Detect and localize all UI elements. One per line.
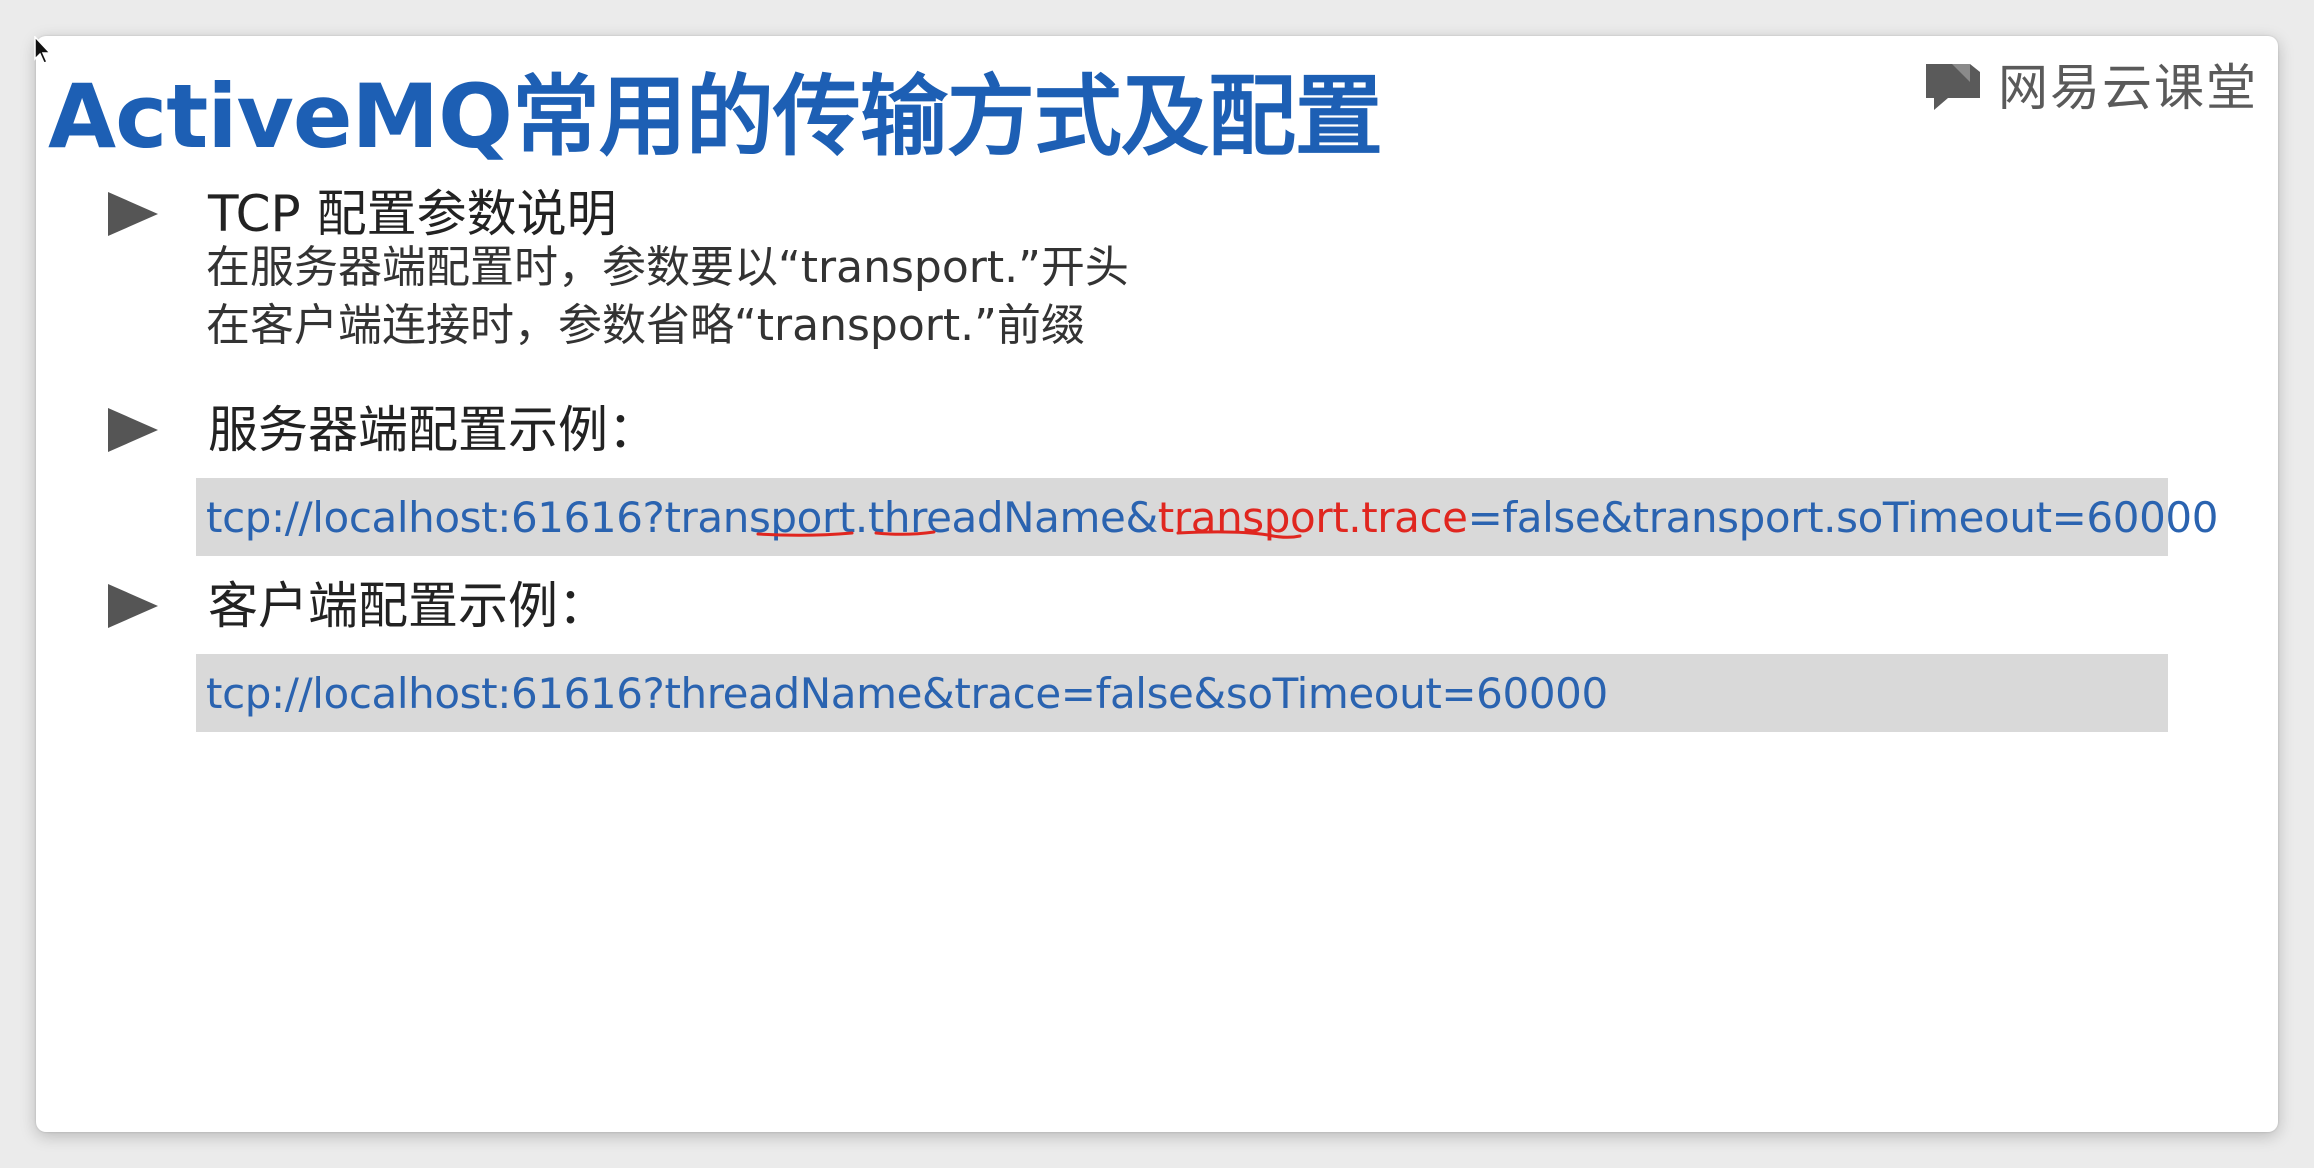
client-config-codebox: tcp://localhost:61616?threadName&trace=f… — [196, 654, 2168, 732]
triangle-bullet-icon — [108, 584, 158, 628]
brand-name: 网易云课堂 — [1998, 59, 2258, 117]
triangle-bullet-icon — [108, 408, 158, 452]
client-config-url: tcp://localhost:61616?threadName&trace=f… — [206, 668, 1608, 718]
bullet-client-example: 客户端配置示例： — [106, 576, 608, 636]
server-example-heading: 服务器端配置示例： — [208, 401, 658, 459]
server-config-codebox: tcp://localhost:61616?transport.threadNa… — [196, 478, 2218, 556]
client-example-heading: 客户端配置示例： — [208, 577, 608, 635]
triangle-bullet-icon — [108, 192, 158, 236]
chat-bubble-icon — [1926, 64, 1980, 110]
server-prefix-note: 在服务器端配置时，参数要以“transport.”开头 — [206, 242, 1129, 293]
server-url-part-3: =false&transport.soTimeout=60000 — [1467, 492, 2219, 542]
brand-logo: 网易云课堂 — [1922, 58, 2258, 118]
slide: ActiveMQ常用的传输方式及配置 网易云课堂 TCP 配置参数说明 在服务器… — [36, 36, 2278, 1132]
server-url-highlight: transport.trace — [1157, 492, 1468, 542]
tcp-params-heading: TCP 配置参数说明 — [208, 185, 617, 243]
server-config-url: tcp://localhost:61616?transport.threadNa… — [206, 493, 2218, 542]
bullet-tcp-params: TCP 配置参数说明 — [106, 184, 617, 244]
bullet-server-example: 服务器端配置示例： — [106, 400, 658, 460]
slide-title: ActiveMQ常用的传输方式及配置 — [48, 65, 1383, 168]
client-prefix-note: 在客户端连接时，参数省略“transport.”前缀 — [206, 300, 1085, 351]
server-url-part-1: tcp://localhost:61616?transport.threadNa… — [206, 492, 1158, 542]
mouse-pointer-icon — [34, 36, 52, 64]
screen: ActiveMQ常用的传输方式及配置 网易云课堂 TCP 配置参数说明 在服务器… — [0, 0, 2314, 1168]
